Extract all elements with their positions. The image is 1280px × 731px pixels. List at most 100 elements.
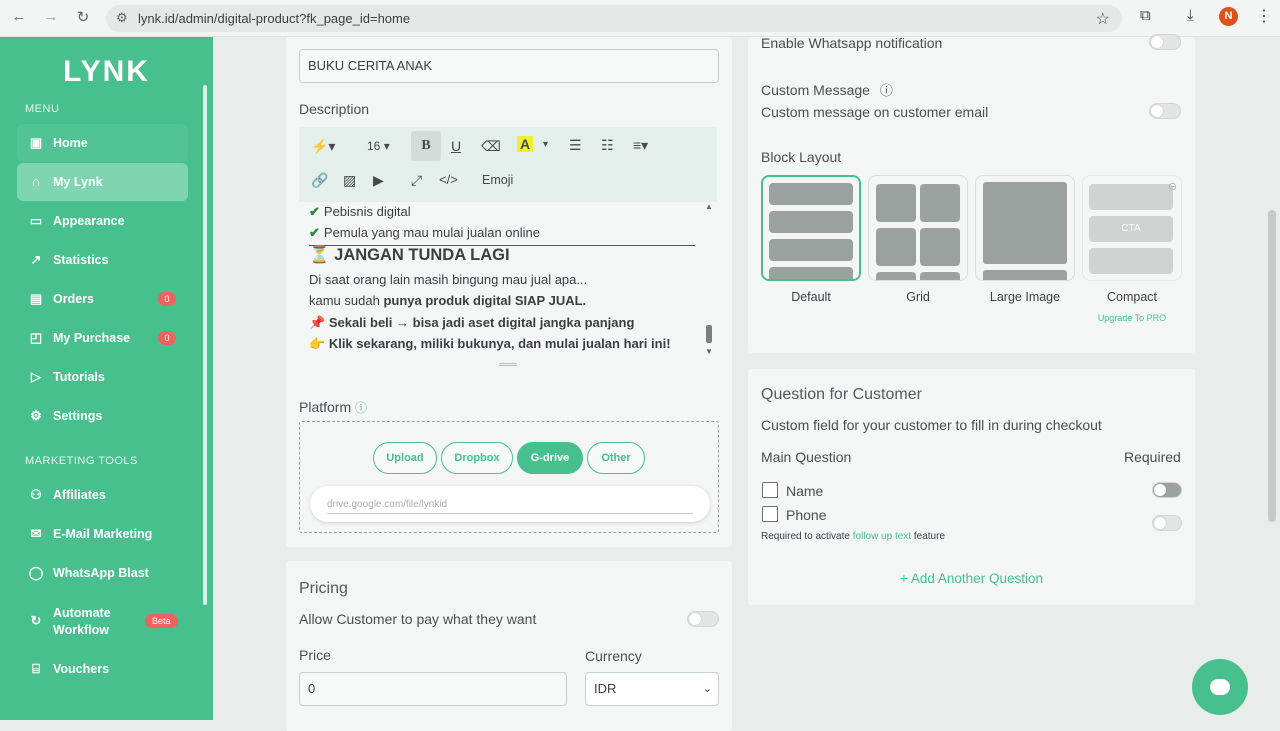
link-icon[interactable]: 🔗 bbox=[311, 172, 328, 189]
cta-preview: CTA bbox=[1089, 216, 1173, 242]
trend-icon: ↗ bbox=[30, 252, 42, 267]
price-input[interactable]: 0 bbox=[299, 672, 567, 706]
address-bar[interactable]: ⚙ lynk.id/admin/digital-product?fk_page_… bbox=[106, 5, 1122, 32]
add-question-button[interactable]: + Add Another Question bbox=[748, 571, 1195, 586]
orders-count-badge: 0 bbox=[158, 292, 176, 306]
layout-large-image-option[interactable] bbox=[975, 175, 1075, 281]
forward-icon[interactable]: → bbox=[40, 8, 62, 25]
sidebar: LYNK MENU ▣ Home ∩ My Lynk ▭ Appearance … bbox=[0, 37, 213, 720]
description-editor[interactable]: ⚡▾ 16 ▾ B U ⌫ A ▾ ☰ ☷ ≡▾ 🔗 ▨ ▶ ⤢ </> Emo… bbox=[299, 127, 717, 369]
sidebar-item-statistics[interactable]: ↗ Statistics bbox=[17, 241, 188, 279]
content-text: kamu sudah bbox=[309, 293, 384, 308]
sidebar-item-whatsapp-blast[interactable]: ◯ WhatsApp Blast bbox=[17, 554, 188, 592]
file-link-field[interactable]: drive.google.com/file/lynkid bbox=[310, 486, 710, 522]
sidebar-item-tutorials[interactable]: ▷ Tutorials bbox=[17, 358, 188, 396]
currency-select[interactable]: IDR ⌄ bbox=[585, 672, 719, 706]
sidebar-scrollbar[interactable] bbox=[203, 85, 207, 605]
editor-content[interactable]: ✔ Pebisnis digital ✔ Pemula yang mau mulai… bbox=[299, 202, 717, 369]
layout-large-image-label: Large Image bbox=[989, 290, 1061, 304]
layout-compact-option[interactable]: CTA ⊖ bbox=[1082, 175, 1182, 281]
product-title-input[interactable]: BUKU CERITA ANAK bbox=[299, 49, 719, 83]
sidebar-item-email-marketing[interactable]: ✉ E-Mail Marketing bbox=[17, 515, 188, 553]
layout-grid-option[interactable] bbox=[868, 175, 968, 281]
eraser-icon[interactable]: ⌫ bbox=[481, 138, 501, 155]
layout-default-label: Default bbox=[791, 290, 831, 304]
menu-section-label: MENU bbox=[25, 103, 60, 115]
numbered-list-icon[interactable]: ☷ bbox=[601, 137, 614, 154]
upgrade-pro-link[interactable]: Upgrade To PRO bbox=[1082, 313, 1182, 323]
color-dropdown-icon[interactable]: ▾ bbox=[543, 139, 548, 150]
reload-icon[interactable]: ↻ bbox=[72, 8, 94, 26]
whatsapp-notif-label: Enable Whatsapp notification bbox=[761, 35, 943, 51]
bullet-list-icon[interactable]: ☰ bbox=[569, 137, 582, 154]
content-text: Pebisnis digital bbox=[323, 204, 411, 219]
currency-value: IDR bbox=[594, 681, 617, 696]
resize-handle[interactable] bbox=[499, 363, 517, 366]
content-line: ✔ Pebisnis digital bbox=[309, 204, 411, 220]
help-icon[interactable]: ⓘ bbox=[355, 401, 367, 415]
sidebar-item-affiliates[interactable]: ⚇ Affiliates bbox=[17, 476, 188, 514]
file-link-placeholder: drive.google.com/file/lynkid bbox=[327, 499, 448, 510]
platform-label: Platform ⓘ bbox=[299, 399, 367, 416]
underline-button[interactable]: U bbox=[451, 138, 461, 154]
highlight-color-button[interactable]: A bbox=[517, 136, 534, 152]
phone-required-toggle[interactable] bbox=[1152, 515, 1182, 531]
editor-scrollbar[interactable]: ▲ ▼ bbox=[703, 202, 715, 362]
custom-message-title: Custom Message ⓘ bbox=[761, 80, 893, 99]
platform-gdrive-button[interactable]: G-drive bbox=[517, 442, 583, 474]
more-menu-icon[interactable]: ⋮ bbox=[1256, 6, 1272, 26]
font-size-select[interactable]: 16 ▾ bbox=[367, 139, 390, 153]
lynk-logo[interactable]: LYNK bbox=[63, 55, 150, 89]
mail-icon: ✉ bbox=[30, 526, 42, 541]
name-checkbox[interactable] bbox=[762, 482, 778, 498]
sidebar-item-vouchers[interactable]: ⌸ Vouchers bbox=[17, 650, 188, 688]
platform-other-button[interactable]: Other bbox=[587, 442, 645, 474]
pay-what-want-toggle[interactable] bbox=[687, 611, 719, 627]
site-settings-icon[interactable]: ⚙ bbox=[116, 10, 128, 26]
info-icon[interactable]: ⓘ bbox=[880, 83, 893, 98]
pay-what-want-label: Allow Customer to pay what they want bbox=[299, 611, 537, 627]
whatsapp-icon: ◯ bbox=[28, 565, 44, 580]
sidebar-item-my-purchase[interactable]: ◰ My Purchase 0 bbox=[17, 319, 188, 357]
sidebar-item-orders[interactable]: ▤ Orders 0 bbox=[17, 280, 188, 318]
sidebar-item-label: Appearance bbox=[53, 214, 125, 228]
content-line: 📌 Sekali beli → bisa jadi aset digital j… bbox=[309, 315, 634, 331]
align-icon[interactable]: ≡▾ bbox=[633, 137, 648, 154]
follow-up-note: Required to activate follow up text feat… bbox=[761, 531, 945, 542]
profile-avatar[interactable]: N bbox=[1219, 7, 1238, 26]
sidebar-item-automate-workflow[interactable]: ↻ Automate Workflow Beta bbox=[17, 599, 188, 643]
extensions-icon[interactable]: ⧉ bbox=[1140, 7, 1151, 24]
platform-upload-button[interactable]: Upload bbox=[373, 442, 437, 474]
custom-message-toggle[interactable] bbox=[1149, 103, 1181, 119]
magic-wand-icon[interactable]: ⚡▾ bbox=[311, 138, 335, 155]
fullscreen-icon[interactable]: ⤢ bbox=[411, 172, 422, 189]
layout-default-option[interactable] bbox=[761, 175, 861, 281]
bag-icon: ◰ bbox=[29, 330, 43, 345]
platform-dropbox-button[interactable]: Dropbox bbox=[441, 442, 513, 474]
bookmark-star-icon[interactable]: ☆ bbox=[1096, 9, 1110, 29]
bold-button[interactable]: B bbox=[411, 131, 441, 161]
phone-checkbox[interactable] bbox=[762, 506, 778, 522]
image-icon[interactable]: ▨ bbox=[343, 172, 356, 189]
whatsapp-notif-toggle[interactable] bbox=[1149, 34, 1181, 50]
sidebar-item-appearance[interactable]: ▭ Appearance bbox=[17, 202, 188, 240]
platform-options: Upload Dropbox G-drive Other bbox=[373, 442, 653, 476]
download-icon[interactable]: ⤓ bbox=[1187, 7, 1194, 24]
name-required-toggle[interactable] bbox=[1152, 482, 1182, 498]
custom-message-title-text: Custom Message bbox=[761, 82, 870, 98]
price-label: Price bbox=[299, 647, 331, 663]
code-view-icon[interactable]: </> bbox=[439, 172, 458, 187]
sidebar-item-home[interactable]: ▣ Home bbox=[17, 124, 188, 162]
video-icon[interactable]: ▶ bbox=[373, 172, 384, 189]
sidebar-item-settings[interactable]: ⚙ Settings bbox=[17, 397, 188, 435]
sidebar-item-my-lynk[interactable]: ∩ My Lynk bbox=[17, 163, 188, 201]
check-icon: ✔ bbox=[309, 204, 320, 219]
chat-button[interactable] bbox=[1192, 659, 1248, 715]
sidebar-item-label: Vouchers bbox=[53, 662, 110, 676]
back-icon[interactable]: ← bbox=[8, 8, 30, 25]
page-scrollbar[interactable] bbox=[1268, 210, 1276, 522]
follow-up-text-link[interactable]: follow up text bbox=[853, 531, 911, 542]
chevron-down-icon: ⌄ bbox=[702, 683, 712, 695]
emoji-button[interactable]: Emoji bbox=[482, 173, 513, 187]
sidebar-item-label: Tutorials bbox=[53, 370, 105, 384]
